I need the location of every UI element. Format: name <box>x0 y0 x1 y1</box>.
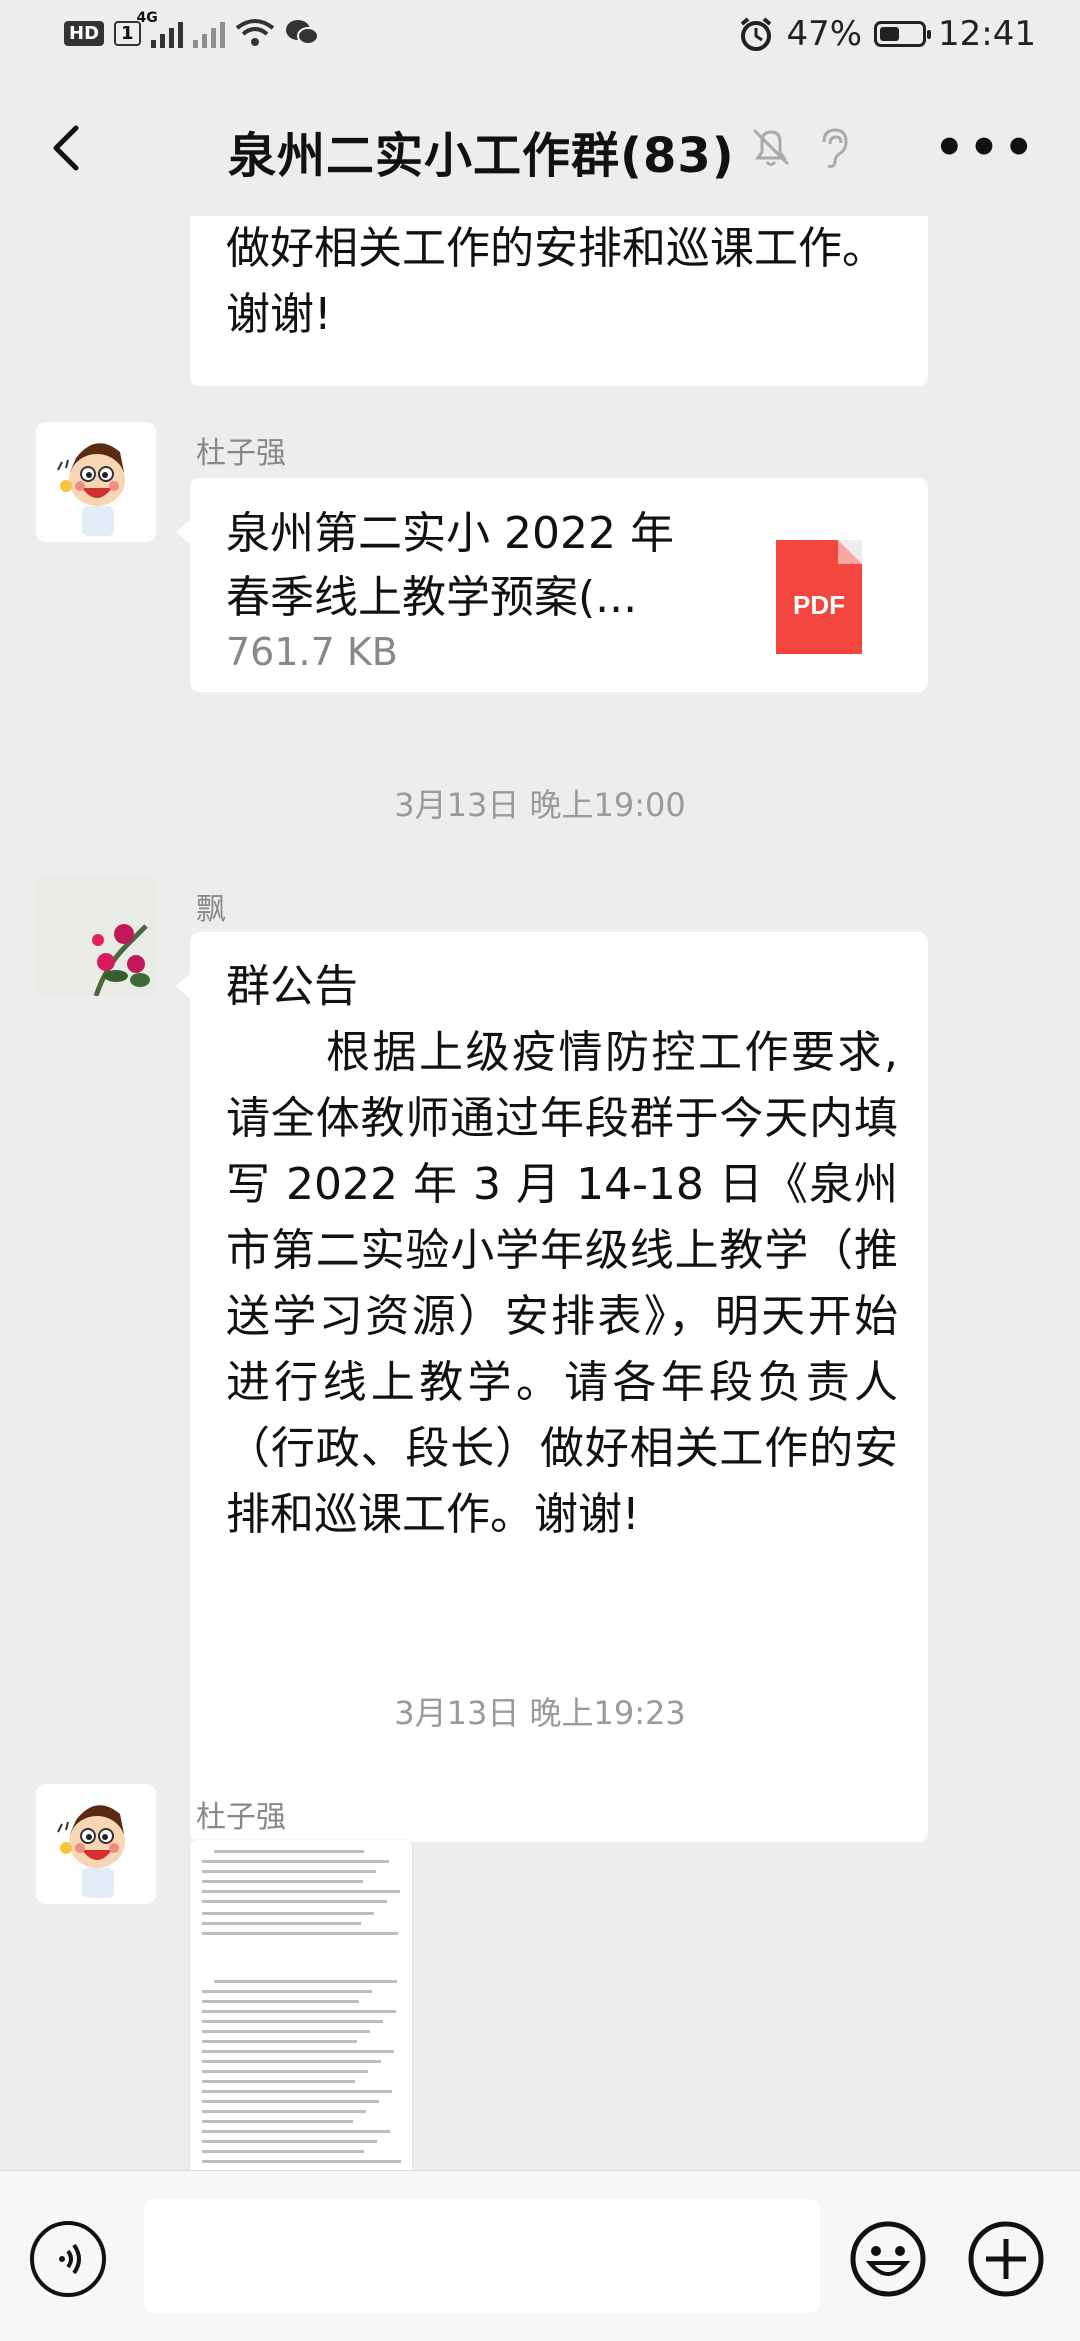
chat-header: 泉州二实小工作群(83) ••• <box>0 80 1080 216</box>
message-text: 做好相关工作的安排和巡课工作。谢谢! <box>226 223 886 340</box>
status-bar: HD 1 4G 47% 12:41 <box>0 0 1080 80</box>
voice-icon[interactable] <box>30 2221 106 2297</box>
document-text-line <box>202 1912 374 1915</box>
mute-bell-icon <box>752 128 790 166</box>
chat-area[interactable]: 做好相关工作的安排和巡课工作。谢谢! 杜子强 泉州第二实小 2022 年 春季线… <box>0 216 1080 2170</box>
group-name: 泉州二实小工作群 <box>228 128 621 184</box>
document-text-line <box>202 2080 355 2083</box>
ear-icon <box>822 128 848 168</box>
avatar-cartoon-boy-icon <box>36 1784 156 1904</box>
message-input[interactable] <box>144 2199 820 2313</box>
more-icon[interactable]: ••• <box>934 120 1038 176</box>
plus-icon[interactable] <box>966 2219 1046 2299</box>
announcement-heading: 群公告 <box>226 961 358 1012</box>
document-text-line <box>214 1980 397 1983</box>
chat-title: 泉州二实小工作群(83) <box>228 116 735 186</box>
document-text-line <box>202 2120 353 2123</box>
document-text-line <box>202 1932 398 1935</box>
document-text-line <box>202 1880 363 1883</box>
announcement-body: 根据上级疫情防控工作要求,请全体教师通过年段群于今天内填写 2022 年 3 月… <box>226 1027 898 1540</box>
document-text-line <box>202 2060 381 2063</box>
document-text-line <box>202 2000 359 2003</box>
document-text-line <box>202 1990 372 1993</box>
signal-icon: 4G <box>137 10 183 48</box>
document-text-line <box>202 1900 387 1903</box>
sender-name: 飘 <box>196 892 226 927</box>
network-type: 4G <box>136 10 158 26</box>
document-text-line <box>202 2040 357 2043</box>
document-text-line <box>202 2010 396 2013</box>
pdf-file-icon: PDF <box>776 540 862 654</box>
hd-badge: HD <box>64 20 105 46</box>
avatar-flower-photo-icon <box>36 876 156 996</box>
emoji-icon[interactable] <box>848 2219 928 2299</box>
document-text-line <box>202 2110 366 2113</box>
battery-icon <box>874 21 932 47</box>
sender-name: 杜子强 <box>196 1800 286 1835</box>
document-text-line <box>202 2050 394 2053</box>
document-text-line <box>202 2020 383 2023</box>
wifi-icon <box>235 19 274 46</box>
document-text-line <box>202 2100 379 2103</box>
document-text-line <box>202 2130 390 2133</box>
timestamp: 3月13日 晚上19:00 <box>394 786 686 824</box>
document-text-line <box>202 1922 361 1925</box>
document-text-line <box>202 2070 368 2073</box>
avatar-cartoon-boy-icon <box>36 422 156 542</box>
signal-2-icon <box>192 18 225 48</box>
document-text-line <box>202 1870 376 1873</box>
document-text-line <box>202 2160 401 2163</box>
clock: 12:41 <box>938 14 1036 54</box>
document-text-line <box>202 2030 370 2033</box>
document-text-line <box>202 1890 400 1893</box>
alarm-icon <box>741 17 772 51</box>
document-text-line <box>214 1850 364 1853</box>
message-bubble[interactable]: 做好相关工作的安排和巡课工作。谢谢! <box>190 216 928 386</box>
battery-percent: 47% <box>786 14 863 54</box>
avatar[interactable] <box>36 876 156 996</box>
document-text-line <box>202 2090 392 2093</box>
document-text-line <box>202 1860 389 1863</box>
status-left: HD 1 4G <box>64 10 319 48</box>
avatar[interactable] <box>36 1784 156 1904</box>
timestamp: 3月13日 晚上19:23 <box>394 1694 686 1732</box>
sender-name: 杜子强 <box>196 436 286 471</box>
document-text-line <box>202 2150 364 2153</box>
status-right: 47% 12:41 <box>738 14 1036 54</box>
avatar[interactable] <box>36 422 156 542</box>
input-bar <box>0 2170 1080 2341</box>
wechat-notification-icon <box>285 20 319 45</box>
back-arrow-icon[interactable] <box>40 120 96 176</box>
document-text-line <box>202 2140 377 2143</box>
document-image-message[interactable] <box>190 1840 412 2170</box>
file-message-bubble[interactable]: 泉州第二实小 2022 年 春季线上教学预案(... 761.7 KB PDF <box>176 478 928 692</box>
member-count: (83) <box>620 128 735 184</box>
